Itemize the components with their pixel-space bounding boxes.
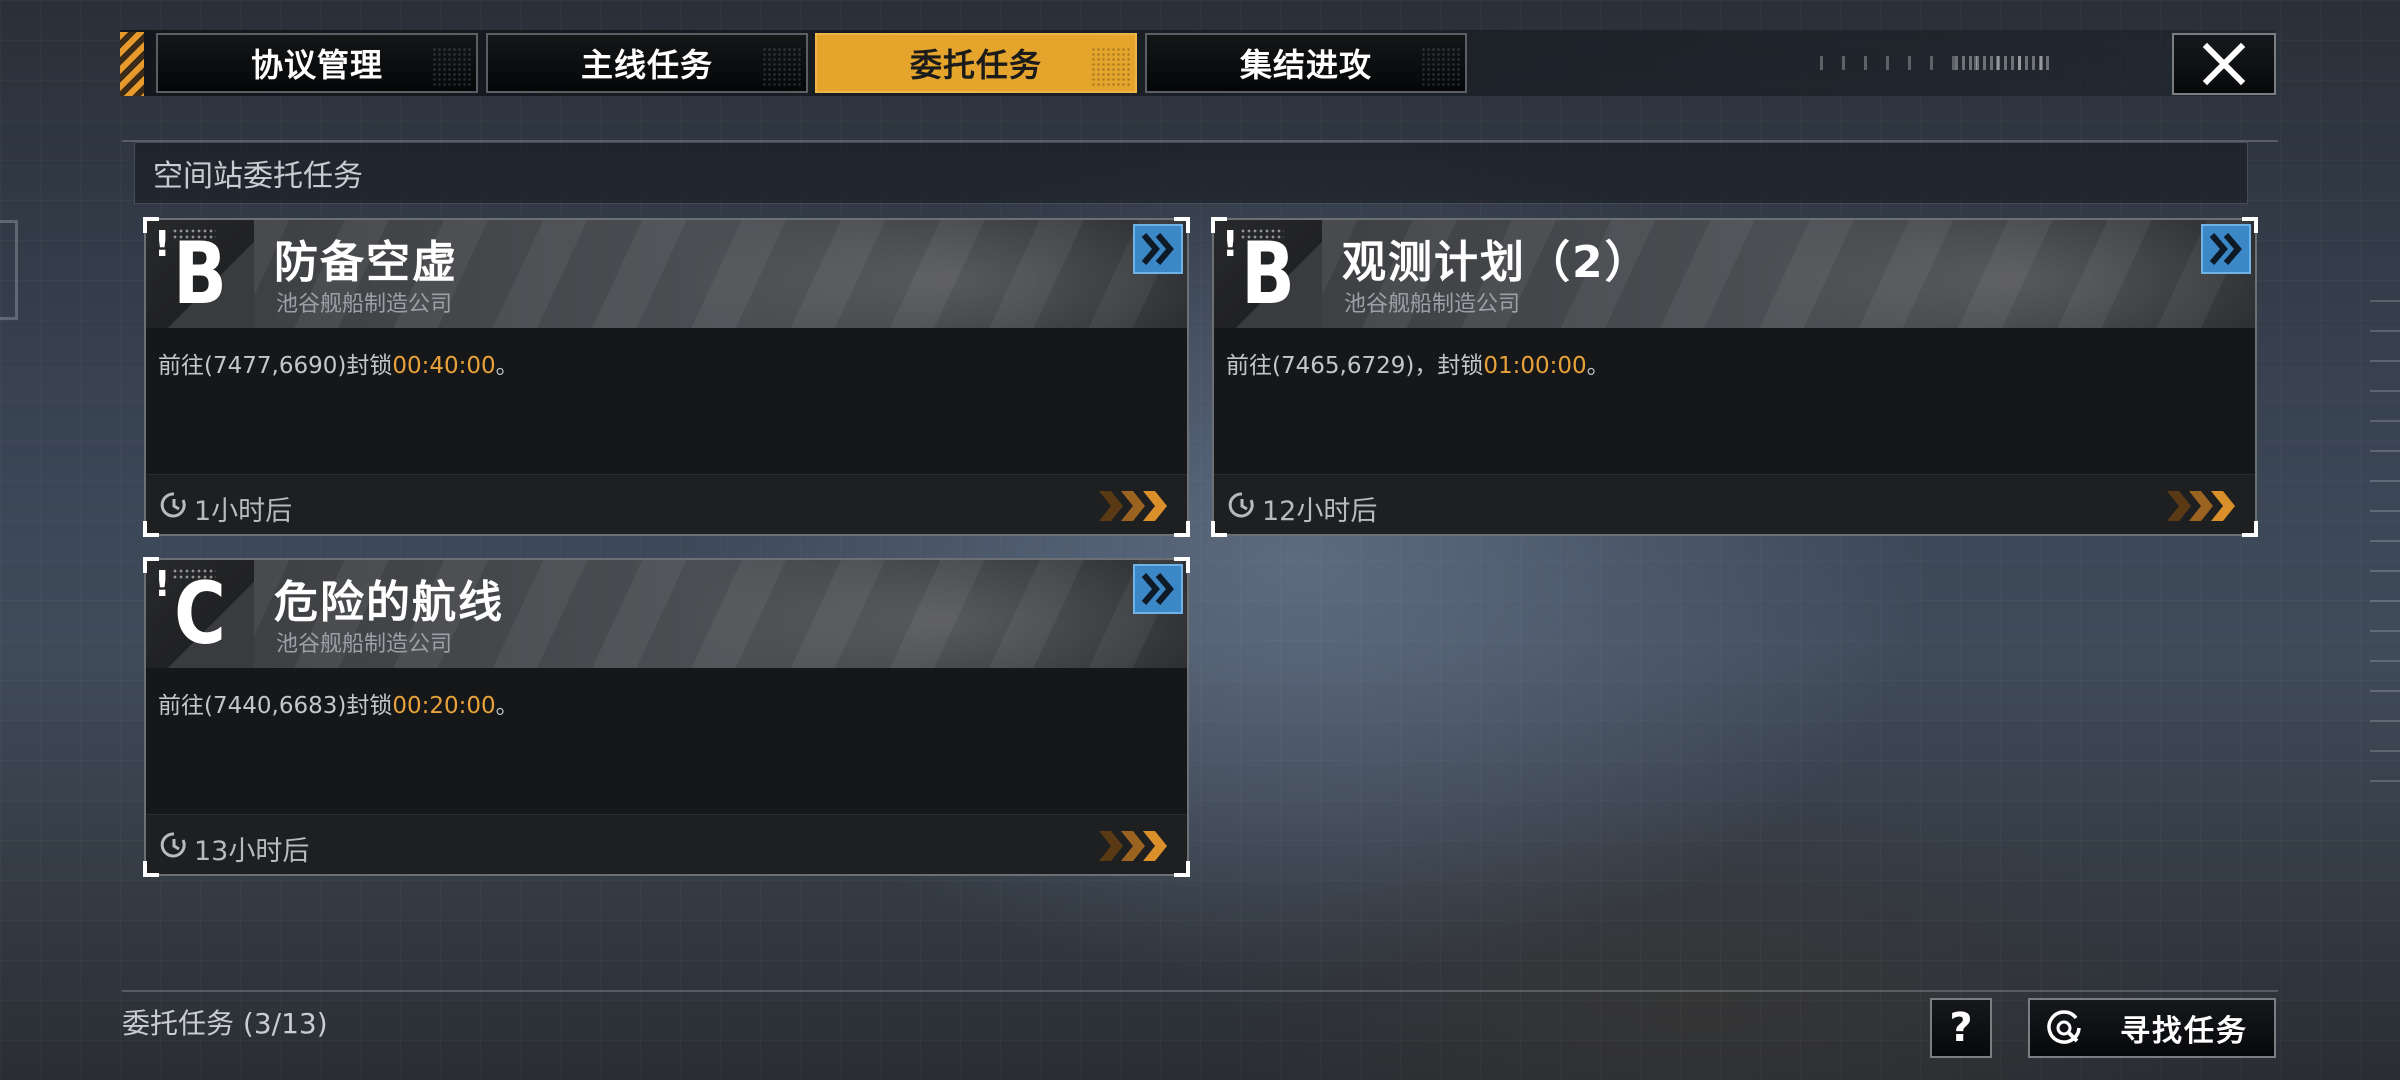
triple-chevron-icon — [2167, 491, 2235, 521]
help-label: ? — [1949, 1005, 1973, 1051]
card-footer: 1小时后 — [146, 474, 1187, 534]
mission-description: 前往(7477,6690)封锁00:40:00。 — [158, 353, 519, 379]
clock-icon — [160, 832, 186, 858]
remaining-time: 12小时后 — [1262, 496, 1378, 527]
clock-icon — [160, 492, 186, 518]
double-chevron-right-icon — [2209, 233, 2242, 265]
dots-decoration — [172, 228, 216, 240]
remaining-time: 1小时后 — [194, 496, 293, 527]
double-chevron-right-icon — [1141, 573, 1174, 605]
triple-chevron-icon — [1099, 491, 1167, 521]
mission-company: 池谷舰船制造公司 — [276, 292, 453, 317]
mission-description: 前往(7465,6729)，封锁01:00:00。 — [1226, 353, 1610, 379]
mission-title: 防备空虚 — [274, 237, 458, 288]
dots-decoration — [172, 568, 216, 580]
help-button[interactable]: ? — [1930, 998, 1992, 1058]
ruler-decoration — [2340, 300, 2400, 800]
mission-duration: 01:00:00 — [1483, 353, 1587, 379]
mission-title: 危险的航线 — [274, 577, 504, 628]
tick-decoration-dense — [1955, 56, 2050, 70]
search-target-icon — [2047, 1010, 2081, 1044]
mission-company: 池谷舰船制造公司 — [1344, 292, 1521, 317]
commission-counter: 委托任务 (3/13) — [122, 1007, 328, 1040]
tab-main-quests[interactable]: 主线任务 — [486, 33, 808, 93]
mission-card[interactable]: B ! 观测计划（2） 池谷舰船制造公司 前往(7465,6729)，封锁01:… — [1211, 217, 2258, 537]
mission-company: 池谷舰船制造公司 — [276, 632, 453, 657]
find-mission-label: 寻找任务 — [2120, 1014, 2248, 1049]
tab-protocol-management[interactable]: 协议管理 — [156, 33, 478, 93]
mission-card[interactable]: C ! 危险的航线 池谷舰船制造公司 前往(7440,6683)封锁00:20:… — [143, 557, 1190, 877]
mission-duration: 00:40:00 — [392, 353, 496, 379]
card-footer: 12小时后 — [1214, 474, 2255, 534]
mission-title: 观测计划（2） — [1342, 237, 1651, 288]
tab-commission-quests[interactable]: 委托任务 — [815, 33, 1137, 93]
mission-duration: 00:20:00 — [392, 693, 496, 719]
remaining-time: 13小时后 — [194, 836, 310, 867]
close-button[interactable] — [2172, 33, 2276, 95]
close-icon — [2202, 42, 2246, 86]
card-footer: 13小时后 — [146, 814, 1187, 874]
section-title: 空间站委托任务 — [134, 142, 2248, 204]
dots-decoration — [1240, 228, 1284, 240]
side-bracket-decoration — [0, 220, 18, 320]
mission-card[interactable]: B ! 防备空虚 池谷舰船制造公司 前往(7477,6690)封锁00:40:0… — [143, 217, 1190, 537]
find-mission-button[interactable]: 寻找任务 — [2028, 998, 2276, 1058]
tab-rally-attack[interactable]: 集结进攻 — [1145, 33, 1467, 93]
triple-chevron-icon — [1099, 831, 1167, 861]
bottom-frame-line — [122, 990, 2278, 992]
double-chevron-right-icon — [1141, 233, 1174, 265]
mission-description: 前往(7440,6683)封锁00:20:00。 — [158, 693, 519, 719]
top-accent-stripe — [120, 32, 144, 96]
clock-icon — [1228, 492, 1254, 518]
